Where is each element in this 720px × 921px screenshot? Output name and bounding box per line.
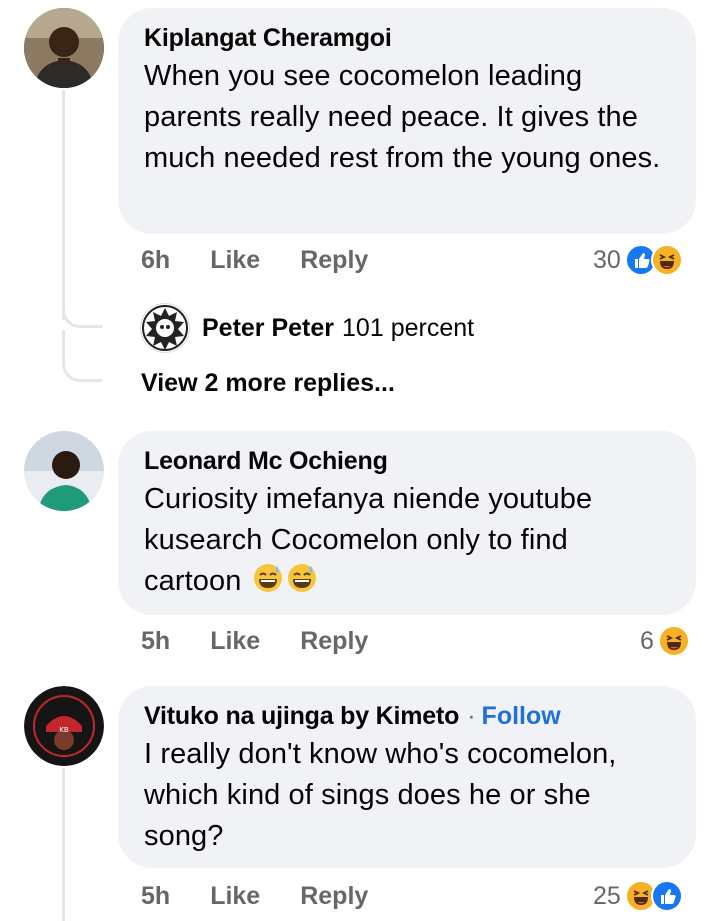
reactions-summary[interactable]: 6: [640, 625, 690, 657]
sweat-smile-emoji: [286, 562, 318, 594]
avatar[interactable]: [24, 8, 104, 88]
like-button[interactable]: Like: [210, 246, 260, 275]
avatar[interactable]: KB: [24, 686, 104, 766]
comment-actions: 5h Like Reply: [141, 882, 368, 911]
svg-text:KB: KB: [59, 726, 69, 734]
timestamp[interactable]: 5h: [141, 627, 170, 656]
avatar[interactable]: [24, 431, 104, 511]
haha-icon: [657, 625, 690, 657]
sweat-smile-emoji: [252, 562, 284, 594]
separator-dot: ·: [467, 702, 476, 730]
reaction-count: 6: [640, 626, 654, 655]
reply-button[interactable]: Reply: [300, 246, 368, 275]
comment-text: When you see cocomelon leading parents r…: [144, 60, 661, 174]
reply-connector: [62, 290, 102, 328]
view-more-replies-link[interactable]: View 2 more replies...: [141, 369, 395, 398]
skull-logo-icon: [142, 305, 188, 351]
comment-bubble[interactable]: Leonard Mc Ochieng Curiosity imefanya ni…: [118, 431, 696, 615]
reply-author[interactable]: Peter Peter: [202, 314, 334, 343]
thread-line: [62, 768, 65, 921]
avatar-photo: [24, 8, 104, 88]
reaction-count: 25: [593, 881, 621, 910]
comment-actions: 5h Like Reply: [141, 627, 368, 656]
reply-button[interactable]: Reply: [300, 882, 368, 911]
comment-bubble[interactable]: Kiplangat Cheramgoi When you see cocomel…: [118, 8, 696, 234]
avatar-photo: [24, 431, 104, 511]
comment-author[interactable]: Kiplangat Cheramgoi: [144, 22, 670, 54]
comment-actions: 6h Like Reply: [141, 246, 368, 275]
timestamp[interactable]: 6h: [141, 246, 170, 275]
view-more-connector: [62, 330, 102, 382]
reactions-summary[interactable]: 30: [593, 244, 683, 276]
follow-button[interactable]: Follow: [482, 700, 561, 732]
reply-text: 101 percent: [342, 313, 475, 342]
comment-author[interactable]: Vituko na ujinga by Kimeto: [144, 700, 459, 732]
like-icon: [650, 880, 683, 912]
reaction-count: 30: [593, 245, 621, 274]
timestamp[interactable]: 5h: [141, 882, 170, 911]
reactions-summary[interactable]: 25: [593, 880, 683, 912]
like-button[interactable]: Like: [210, 627, 260, 656]
haha-icon: [650, 244, 683, 276]
reply-avatar[interactable]: [140, 303, 190, 353]
reply-button[interactable]: Reply: [300, 627, 368, 656]
comment-author[interactable]: Leonard Mc Ochieng: [144, 445, 670, 477]
thread-line: [62, 90, 65, 320]
reply-item[interactable]: Peter Peter 101 percent: [140, 303, 474, 353]
comment-bubble[interactable]: Vituko na ujinga by Kimeto · Follow I re…: [118, 686, 696, 868]
like-button[interactable]: Like: [210, 882, 260, 911]
avatar-logo: KB: [24, 686, 104, 766]
comment-text: Curiosity imefanya niende youtube kusear…: [144, 479, 670, 602]
comment-text-content: Curiosity imefanya niende youtube kusear…: [144, 483, 593, 597]
comment-text: I really don't know who's cocomelon, whi…: [144, 738, 617, 852]
